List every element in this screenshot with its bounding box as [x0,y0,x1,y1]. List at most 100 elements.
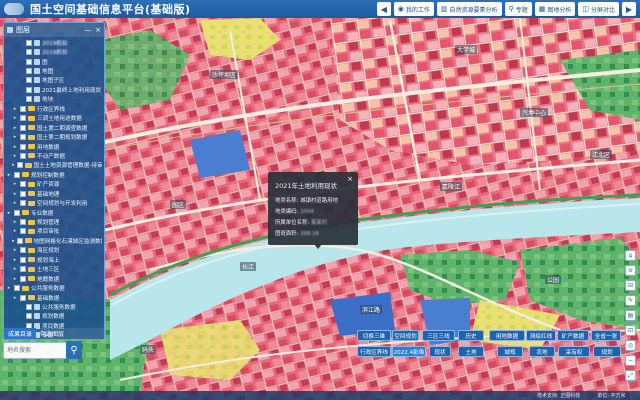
expand-arrow-icon[interactable]: ▸ [12,191,18,197]
layer-tree-item[interactable]: ▸ 地籍数据 [6,274,102,283]
expand-arrow-icon[interactable]: ▸ [12,144,18,150]
layer-tree-item[interactable]: ▸ 行政区界线 [6,104,102,113]
expand-arrow-icon[interactable]: ▸ [12,219,18,225]
layer-tree-item[interactable]: 2019航拍 [6,38,102,47]
search-button[interactable]: ⚲ [66,341,82,359]
toolbar-button[interactable]: 采有权 [558,346,590,357]
expand-arrow-icon[interactable]: ▸ [12,228,18,234]
layer-tree-item[interactable]: 地图子区 [6,76,102,85]
toolbar-button[interactable]: 城规 [497,346,523,357]
expand-arrow-icon[interactable]: ▸ [12,257,18,263]
layer-tree-item[interactable]: 地块 [6,95,102,104]
toolbar-button[interactable]: 切换三维 [357,330,391,341]
print-icon[interactable]: ▤ [625,310,636,321]
land-analysis-button[interactable]: ▦ 图地分析 [534,2,576,16]
layer-checkbox[interactable] [20,134,26,141]
toolbar-button[interactable]: 空间规划 [392,330,419,341]
layer-checkbox[interactable] [20,228,26,235]
layer-checkbox[interactable] [14,209,20,216]
my-work-button[interactable]: ◉ 我的工作 [393,2,434,16]
toolbar-button[interactable]: 现状 [429,346,451,357]
layer-tree-item[interactable]: ▸ 地图网格化石漠城区监测数据 [6,236,102,245]
layer-tree-item[interactable]: ▸ 国土第二期规划数据 [6,132,102,141]
tab-checked-layers[interactable]: 勾选图层 [36,328,68,339]
layer-tree-item[interactable]: ▸ 专业数据 [6,208,102,217]
layer-checkbox[interactable] [20,181,26,188]
layer-checkbox[interactable] [20,200,26,207]
layer-checkbox[interactable] [20,266,26,273]
toolbar-button[interactable]: 用地数据 [489,330,525,341]
toolbar-button[interactable]: 农地 [529,346,555,357]
expand-arrow-icon[interactable]: ▸ [12,115,18,121]
home-icon[interactable]: ⌂ [625,250,636,261]
layer-tree-item[interactable]: 规划数据 [6,312,102,321]
layer-tree-item[interactable]: 公共服务数据 [6,302,102,311]
screenshot-icon[interactable]: ⊡ [625,325,636,336]
expand-arrow-icon[interactable]: ▸ [12,238,15,244]
expand-arrow-icon[interactable]: ▸ [12,200,18,206]
split-compare-button[interactable]: ◫ 分屏对比 [578,2,619,16]
layer-checkbox[interactable] [20,256,26,263]
layer-checkbox[interactable] [20,219,26,226]
ruler-icon[interactable]: ⊟ [625,280,636,291]
layer-checkbox[interactable] [16,237,23,244]
layer-checkbox[interactable] [16,162,23,169]
layer-checkbox[interactable] [20,294,26,301]
expand-arrow-icon[interactable]: ▸ [6,285,12,291]
layer-tree-item[interactable]: ▸ 基础地理 [6,189,102,198]
layer-checkbox[interactable] [20,115,26,122]
toolbar-button[interactable]: 三区三线 [422,330,455,341]
layer-checkbox[interactable] [26,58,32,65]
layer-tree-item[interactable]: 图 [6,57,102,66]
toolbar-button[interactable]: 土地 [458,346,484,357]
collapse-right-button[interactable]: ▶ [622,2,636,16]
expand-arrow-icon[interactable]: ▸ [12,181,18,187]
layer-tree-item[interactable]: ▸ 三调土地用途数据 [6,114,102,123]
layer-tree-item[interactable]: ▸ 国土第二期调查数据 [6,123,102,132]
layer-tree-item[interactable]: ▸ 公共服务数据 [6,283,102,292]
layer-tree-item[interactable]: ▸ 基础数据 [6,293,102,302]
toolbar-button[interactable]: 全省一张 [591,330,621,341]
expand-arrow-icon[interactable]: ▸ [6,210,12,216]
expand-arrow-icon[interactable]: ▸ [6,172,12,178]
expand-arrow-icon[interactable]: ▸ [12,266,18,272]
layer-checkbox[interactable] [26,86,32,93]
tab-catalog[interactable]: 成果目录 [4,328,37,339]
fullscreen-icon[interactable]: ⤢ [625,370,636,381]
minus-icon[interactable]: − [625,355,636,366]
toolbar-button[interactable]: 行政区界线 [357,346,391,357]
layer-checkbox[interactable] [20,143,26,150]
minimize-icon[interactable]: — [84,26,91,34]
toolbar-button[interactable]: 测绘红线 [526,330,556,341]
layer-checkbox[interactable] [26,39,32,46]
layer-tree-item[interactable]: 2019航拍 [6,47,102,56]
layer-checkbox[interactable] [20,247,26,254]
expand-arrow-icon[interactable]: ▸ [12,125,18,131]
resource-analysis-button[interactable]: ▥ 自然资源要素分析 [436,2,502,16]
collapse-left-button[interactable]: ◀ [376,2,391,16]
layer-checkbox[interactable] [26,49,32,56]
toolbar-button[interactable]: 历史 [458,330,484,341]
expand-arrow-icon[interactable]: ▸ [12,162,15,168]
layer-checkbox[interactable] [20,124,26,131]
layer-checkbox[interactable] [20,275,26,282]
layers-icon[interactable]: ≋ [625,265,636,276]
globe-icon[interactable]: ◎ [625,340,636,351]
layer-checkbox[interactable] [26,68,32,75]
expand-arrow-icon[interactable]: ▸ [12,134,18,140]
topic-button[interactable]: ⚲ 专题 [504,2,532,16]
layer-checkbox[interactable] [26,96,32,103]
layer-tree-item[interactable]: ▸ 项目审批 [6,227,102,236]
toolbar-button[interactable]: 矿产数据 [557,330,589,341]
toolbar-button[interactable]: 2022.4影像 [392,346,426,357]
layer-tree-item[interactable]: ▸ 国土土地资源管理数据-待审定现状 [6,161,102,170]
layer-tree-item[interactable]: ▸ 土地三区 [6,265,102,274]
layer-checkbox[interactable] [20,105,26,112]
layer-tree-item[interactable]: ▸ 不动产数据 [6,151,102,160]
expand-arrow-icon[interactable]: ▸ [12,276,18,282]
layer-checkbox[interactable] [14,285,20,292]
expand-arrow-icon[interactable]: ▸ [12,153,18,159]
close-icon[interactable]: × [95,26,101,34]
close-icon[interactable]: × [347,175,353,183]
expand-arrow-icon[interactable]: ▸ [12,247,18,253]
